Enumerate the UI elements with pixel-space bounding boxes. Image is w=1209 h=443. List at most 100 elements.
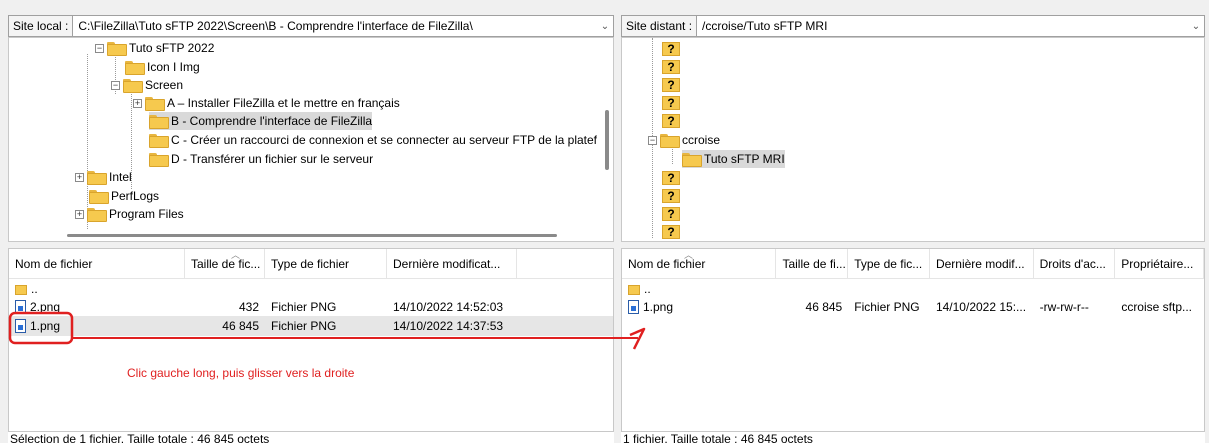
tree-node-c[interactable]: C - Créer un raccourci de connexion et s… [149, 131, 597, 149]
tree-node-label: Tuto sFTP 2022 [129, 41, 215, 55]
local-status-bar: Sélection de 1 fichier. Taille totale : … [8, 432, 614, 443]
file-name-cell: .. [9, 282, 185, 296]
unknown-folder-icon: ? [662, 225, 680, 239]
table-row-parent[interactable]: .. [9, 279, 613, 299]
expand-icon[interactable]: + [133, 98, 142, 108]
column-header-size[interactable]: Taille de fic... [185, 249, 265, 278]
file-name-cell: 1.png [622, 300, 776, 315]
folder-icon [87, 171, 107, 185]
remote-directory-tree[interactable]: ? ? ? ? ? − ccroise Tuto sFTP MRI ? ? ? … [621, 37, 1205, 242]
local-site-label: Site local : [9, 16, 74, 36]
tree-node-label: Tuto sFTP MRI [704, 152, 785, 166]
table-row[interactable]: 1.png 46 845 Fichier PNG 14/10/2022 15:.… [622, 297, 1204, 317]
tree-node-unknown[interactable]: ? [662, 169, 684, 187]
local-file-list[interactable]: ︿ Nom de fichier Taille de fic... Type d… [8, 248, 614, 432]
remote-site-label: Site distant : [622, 16, 698, 36]
table-row-selected[interactable]: 1.png 46 845 Fichier PNG 14/10/2022 14:3… [9, 316, 613, 336]
file-size-cell: 432 [238, 300, 259, 314]
tree-node-b-selected[interactable]: B - Comprendre l'interface de FileZilla [149, 112, 373, 130]
unknown-folder-icon: ? [662, 42, 680, 56]
tree-node-a[interactable]: + A – Installer FileZilla et le mettre e… [133, 94, 400, 112]
tree-node-unknown[interactable]: ? [662, 40, 684, 58]
tree-node-label: Intel [109, 170, 132, 184]
tree-node-unknown[interactable]: ? [662, 112, 684, 130]
file-modified-cell: 14/10/2022 14:52:03 [393, 300, 504, 314]
remote-file-list-header: Nom de fichier Taille de fi... Type de f… [622, 249, 1204, 279]
local-site-bar: Site local : C:\FileZilla\Tuto sFTP 2022… [8, 15, 614, 37]
tree-node-label: Program Files [109, 207, 184, 221]
tree-node-unknown[interactable]: ? [662, 223, 684, 241]
file-size-cell: 46 845 [805, 300, 843, 314]
unknown-folder-icon: ? [662, 96, 680, 110]
remote-file-list[interactable]: ︿ Nom de fichier Taille de fi... Type de… [621, 248, 1205, 432]
column-header-owner[interactable]: Propriétaire... [1115, 249, 1204, 278]
local-tree-horizontal-scrollbar[interactable] [67, 234, 557, 237]
tree-node-intel[interactable]: + Intel [75, 168, 132, 186]
folder-icon [125, 61, 145, 75]
tree-node-program-files[interactable]: + Program Files [75, 205, 184, 223]
local-tree-vertical-scrollbar[interactable] [605, 110, 609, 170]
tree-node-label: PerfLogs [111, 189, 160, 203]
tree-node-unknown[interactable]: ? [662, 58, 684, 76]
tree-node-label: B - Comprendre l'interface de FileZilla [171, 114, 373, 128]
tree-node-label: Icon I Img [147, 60, 200, 74]
collapse-icon[interactable]: − [111, 80, 120, 90]
file-png-icon [15, 300, 26, 315]
collapse-icon[interactable]: − [95, 43, 104, 53]
folder-icon [660, 134, 680, 148]
column-header-size[interactable]: Taille de fi... [776, 249, 849, 278]
dropdown-arrow-icon[interactable]: ⌄ [1188, 21, 1204, 32]
folder-icon [89, 190, 109, 204]
file-png-icon [15, 319, 26, 334]
tree-node-label: D - Transférer un fichier sur le serveur [171, 152, 374, 166]
tree-node-tuto-sftp-2022[interactable]: − Tuto sFTP 2022 [95, 39, 214, 57]
folder-icon [145, 97, 165, 111]
column-header-modified[interactable]: Dernière modif... [930, 249, 1034, 278]
tree-node-unknown[interactable]: ? [662, 76, 684, 94]
tree-node-d[interactable]: D - Transférer un fichier sur le serveur [149, 150, 373, 168]
unknown-folder-icon: ? [662, 189, 680, 203]
tree-node-icon-img[interactable]: Icon I Img [125, 58, 200, 76]
tree-node-label: C - Créer un raccourci de connexion et s… [171, 133, 597, 147]
collapse-icon[interactable]: − [648, 135, 657, 145]
expand-icon[interactable]: + [75, 209, 84, 219]
file-modified-cell: 14/10/2022 15:... [935, 300, 1027, 314]
unknown-folder-icon: ? [662, 78, 680, 92]
tree-node-perflogs[interactable]: PerfLogs [89, 187, 159, 205]
column-header-type[interactable]: Type de fichier [265, 249, 387, 278]
drag-instruction-text: Clic gauche long, puis glisser vers la d… [127, 366, 355, 380]
file-type-cell: Fichier PNG [271, 319, 337, 333]
table-row-parent[interactable]: .. [622, 279, 1204, 299]
column-header-name[interactable]: Nom de fichier [9, 249, 185, 278]
remote-path-input[interactable]: /ccroise/Tuto sFTP MRI [697, 19, 1188, 33]
file-type-cell: Fichier PNG [854, 300, 920, 314]
folder-icon [149, 153, 169, 167]
local-path-input[interactable]: C:\FileZilla\Tuto sFTP 2022\Screen\B - C… [73, 19, 597, 33]
tree-node-label: A – Installer FileZilla et le mettre en … [167, 96, 400, 110]
folder-icon [87, 208, 107, 222]
tree-node-unknown[interactable]: ? [662, 187, 684, 205]
folder-icon [107, 42, 127, 56]
folder-icon [123, 79, 143, 93]
unknown-folder-icon: ? [662, 207, 680, 221]
column-header-name[interactable]: Nom de fichier [622, 249, 777, 278]
tree-node-label: ccroise [682, 133, 721, 147]
expand-icon[interactable]: + [75, 172, 84, 182]
tree-node-unknown[interactable]: ? [662, 205, 684, 223]
column-header-permissions[interactable]: Droits d'ac... [1034, 249, 1116, 278]
remote-site-bar: Site distant : /ccroise/Tuto sFTP MRI ⌄ [621, 15, 1205, 37]
column-header-modified[interactable]: Dernière modificat... [387, 249, 517, 278]
dropdown-arrow-icon[interactable]: ⌄ [597, 21, 613, 32]
tree-node-ccroise[interactable]: − ccroise [648, 131, 720, 149]
column-header-type[interactable]: Type de fic... [848, 249, 930, 278]
local-file-list-header: Nom de fichier Taille de fic... Type de … [9, 249, 613, 279]
tree-node-unknown[interactable]: ? [662, 94, 684, 112]
file-permissions-cell: -rw-rw-r-- [1039, 300, 1089, 314]
file-name-cell: .. [622, 282, 777, 296]
tree-node-tuto-sftp-mri-selected[interactable]: Tuto sFTP MRI [682, 150, 785, 168]
file-name-cell: 1.png [9, 319, 185, 334]
table-row[interactable]: 2.png 432 Fichier PNG 14/10/2022 14:52:0… [9, 297, 613, 317]
local-directory-tree[interactable]: − Tuto sFTP 2022 Icon I Img − Screen + A… [8, 37, 614, 242]
unknown-folder-icon: ? [662, 114, 680, 128]
tree-node-screen[interactable]: − Screen [111, 76, 183, 94]
